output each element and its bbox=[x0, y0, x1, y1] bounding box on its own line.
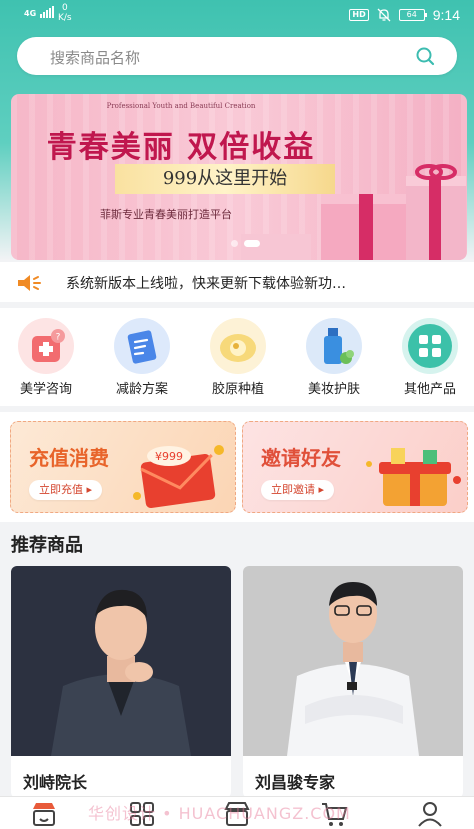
doctor-photo bbox=[11, 566, 231, 756]
doctor-photo bbox=[243, 566, 463, 756]
speed-unit: K/s bbox=[58, 13, 72, 23]
category-label: 美学咨询 bbox=[19, 382, 72, 397]
home-shop-icon[interactable] bbox=[30, 801, 58, 827]
category-aesthetic-consult[interactable]: ? 美学咨询 bbox=[6, 318, 86, 397]
product-card[interactable]: 刘峙院长 bbox=[11, 566, 231, 798]
category-anti-aging[interactable]: 减龄方案 bbox=[102, 318, 182, 397]
gift-boxes-illustration bbox=[241, 164, 466, 260]
grid-icon bbox=[402, 318, 458, 374]
speaker-icon bbox=[18, 275, 41, 291]
category-label: 美妆护肤 bbox=[307, 382, 360, 397]
collagen-icon bbox=[210, 318, 266, 374]
search-bar[interactable]: 搜索商品名称 bbox=[17, 37, 457, 75]
recharge-title: 充值消费 bbox=[29, 446, 109, 470]
product-card[interactable]: 刘昌骏专家 bbox=[243, 566, 463, 798]
signal-bars-icon bbox=[40, 6, 55, 18]
status-bar: 4G 0 K/s HD 64 9:14 bbox=[0, 0, 474, 32]
pagination-dot-active[interactable] bbox=[244, 240, 260, 247]
gift-box-icon bbox=[366, 448, 461, 506]
category-collagen[interactable]: 胶原种植 bbox=[198, 318, 278, 397]
svg-text:?: ? bbox=[56, 333, 61, 343]
product-name: 刘峙院长 bbox=[23, 773, 88, 792]
banner-pagination[interactable] bbox=[231, 240, 260, 247]
category-other[interactable]: 其他产品 bbox=[390, 318, 470, 397]
signal-indicator: 4G bbox=[24, 6, 55, 18]
announcement-text: 系统新版本上线啦，快来更新下载体验新功… bbox=[66, 276, 346, 292]
hd-badge: HD bbox=[349, 9, 369, 21]
recharge-button[interactable]: 立即充值 bbox=[29, 480, 103, 500]
watermark: 华创设计 • HUACHUANGZ.COM bbox=[88, 804, 351, 823]
promo-banner[interactable]: Professional Youth and Beautiful Creatio… bbox=[11, 94, 467, 260]
profile-icon[interactable] bbox=[416, 801, 444, 827]
banner-english-tagline: Professional Youth and Beautiful Creatio… bbox=[106, 102, 256, 110]
recharge-card[interactable]: 充值消费 立即充值 ¥999 bbox=[10, 421, 236, 513]
invite-title: 邀请好友 bbox=[261, 446, 341, 470]
category-skincare[interactable]: 美妆护肤 bbox=[294, 318, 374, 397]
invite-button[interactable]: 立即邀请 bbox=[261, 480, 335, 500]
pagination-dot[interactable] bbox=[231, 240, 238, 247]
promo-section: 充值消费 立即充值 ¥999 邀请好友 立即邀请 bbox=[0, 412, 474, 522]
speed-value: 0 bbox=[61, 3, 68, 13]
recommend-title: 推荐商品 bbox=[11, 535, 83, 556]
invite-card[interactable]: 邀请好友 立即邀请 bbox=[242, 421, 468, 513]
category-row: ? 美学咨询 减龄方案 胶原种植 美妆护肤 其他产品 bbox=[0, 308, 474, 406]
clock: 9:14 bbox=[432, 7, 460, 23]
envelope-amount: ¥999 bbox=[155, 450, 183, 463]
bell-off-icon bbox=[377, 8, 391, 22]
category-label: 其他产品 bbox=[403, 382, 456, 397]
category-label: 胶原种植 bbox=[211, 382, 264, 397]
red-envelope-icon: ¥999 bbox=[133, 445, 224, 509]
announcement-bar[interactable]: 系统新版本上线啦，快来更新下载体验新功… bbox=[0, 262, 474, 302]
doctor-icon: ? bbox=[18, 318, 74, 374]
search-icon[interactable] bbox=[415, 46, 435, 66]
network-speed: 0 K/s bbox=[58, 3, 72, 23]
product-name: 刘昌骏专家 bbox=[255, 773, 336, 792]
category-label: 减龄方案 bbox=[115, 382, 168, 397]
search-placeholder: 搜索商品名称 bbox=[50, 49, 141, 67]
skincare-bottle-icon bbox=[306, 318, 362, 374]
clipboard-icon bbox=[114, 318, 170, 374]
network-type: 4G bbox=[24, 9, 37, 18]
battery-icon: 64 bbox=[398, 9, 427, 21]
